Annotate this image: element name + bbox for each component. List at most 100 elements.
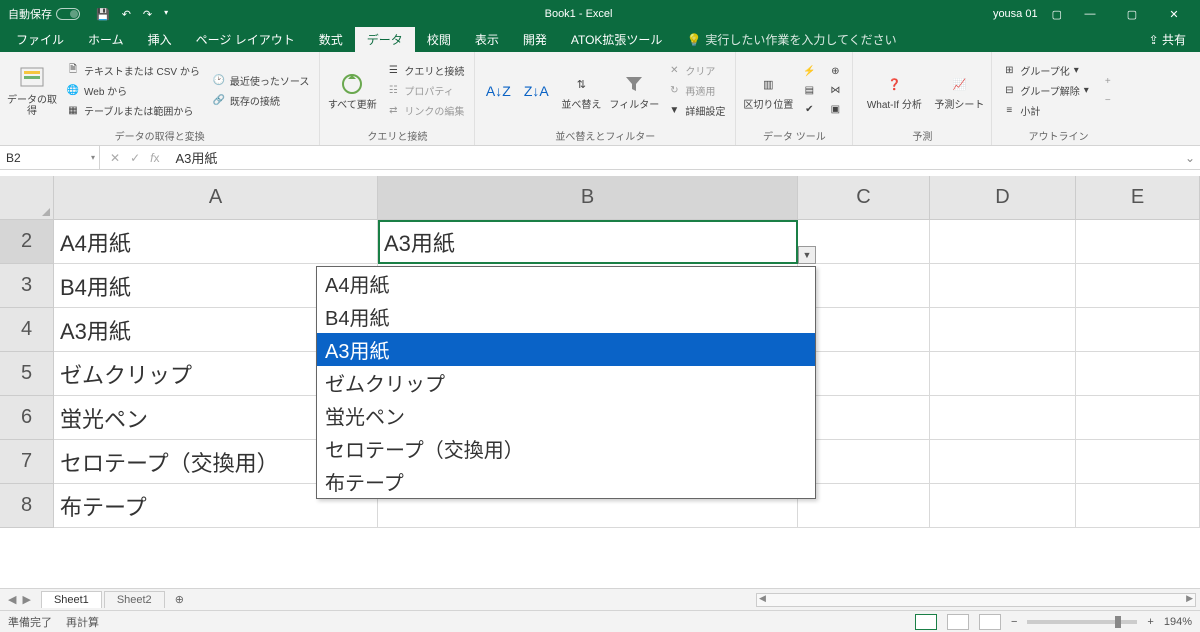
tab-atok[interactable]: ATOK拡張ツール: [559, 27, 675, 52]
row-header-4[interactable]: 4: [0, 308, 54, 352]
tab-page-layout[interactable]: ページ レイアウト: [184, 27, 307, 52]
horizontal-scrollbar[interactable]: [756, 593, 1196, 607]
forecast-button[interactable]: 📈予測シート: [933, 56, 985, 126]
minus-icon: −: [1101, 93, 1115, 107]
maximize-button[interactable]: ▢: [1118, 8, 1146, 21]
data-validation[interactable]: ✔: [798, 101, 820, 119]
view-page-layout-button[interactable]: [947, 614, 969, 630]
cell-A2[interactable]: A4用紙: [54, 220, 378, 264]
validation-option[interactable]: ゼムクリップ: [317, 366, 815, 399]
sheet-next-icon[interactable]: ▶: [22, 593, 30, 606]
advanced-filter[interactable]: ▼詳細設定: [663, 101, 729, 120]
sort-az-button[interactable]: A↓Z: [481, 56, 515, 126]
validation-option[interactable]: A3用紙: [317, 333, 815, 366]
col-header-B[interactable]: B: [378, 176, 798, 220]
view-page-break-button[interactable]: [979, 614, 1001, 630]
validation-option[interactable]: A4用紙: [317, 267, 815, 300]
sort-za-button[interactable]: Z↓A: [519, 56, 553, 126]
sheet-tab-other[interactable]: Sheet2: [104, 591, 165, 608]
validation-option[interactable]: B4用紙: [317, 300, 815, 333]
col-header-E[interactable]: E: [1076, 176, 1200, 220]
data-model[interactable]: ▣: [824, 101, 846, 119]
cancel-icon[interactable]: ✕: [110, 151, 120, 165]
from-text-csv[interactable]: 🗎テキストまたは CSV から: [62, 61, 204, 80]
view-normal-button[interactable]: [915, 614, 937, 630]
save-icon[interactable]: 💾: [96, 8, 110, 21]
data-validation-list[interactable]: A4用紙B4用紙A3用紙ゼムクリップ蛍光ペンセロテープ（交換用）布テープ: [316, 266, 816, 499]
from-web[interactable]: 🌐Web から: [62, 81, 204, 100]
cell-C2[interactable]: [798, 220, 930, 264]
ribbon-display-icon[interactable]: ▢: [1052, 8, 1062, 21]
row-header-5[interactable]: 5: [0, 352, 54, 396]
queries-connections[interactable]: ☰クエリと接続: [382, 61, 468, 80]
redo-icon[interactable]: ↷: [143, 8, 152, 21]
validation-option[interactable]: 布テープ: [317, 465, 815, 498]
refresh-all-button[interactable]: すべて更新: [326, 56, 378, 126]
enter-icon[interactable]: ✓: [130, 151, 140, 165]
row-header-6[interactable]: 6: [0, 396, 54, 440]
tab-formula[interactable]: 数式: [307, 27, 355, 52]
tab-file[interactable]: ファイル: [4, 27, 76, 52]
zoom-out-button[interactable]: −: [1011, 616, 1017, 628]
row-header-7[interactable]: 7: [0, 440, 54, 484]
col-header-D[interactable]: D: [930, 176, 1076, 220]
autosave-toggle[interactable]: 自動保存: [0, 6, 88, 22]
zoom-slider[interactable]: [1027, 620, 1137, 624]
tab-view[interactable]: 表示: [463, 27, 511, 52]
consolidate[interactable]: ⊕: [824, 63, 846, 81]
cell-B2[interactable]: A3用紙: [378, 220, 798, 264]
select-all-button[interactable]: [0, 176, 54, 220]
row-header-8[interactable]: 8: [0, 484, 54, 528]
sheet-prev-icon[interactable]: ◀: [8, 593, 16, 606]
tab-data[interactable]: データ: [355, 27, 415, 52]
tab-insert[interactable]: 挿入: [136, 27, 184, 52]
minimize-button[interactable]: —: [1076, 8, 1104, 20]
data-validation-dropdown-button[interactable]: ▼: [798, 246, 816, 264]
remove-duplicates[interactable]: ▤: [798, 82, 820, 100]
text-to-columns[interactable]: ▥区切り位置: [742, 56, 794, 126]
tab-developer[interactable]: 開発: [511, 27, 559, 52]
validation-option[interactable]: セロテープ（交換用）: [317, 432, 815, 465]
validation-option[interactable]: 蛍光ペン: [317, 399, 815, 432]
new-sheet-button[interactable]: ⊕: [165, 593, 194, 606]
clear-filter: ✕クリア: [663, 61, 729, 80]
existing-connections[interactable]: 🔗既存の接続: [208, 91, 314, 110]
recent-sources[interactable]: 🕑最近使ったソース: [208, 71, 314, 90]
cell-E2[interactable]: [1076, 220, 1200, 264]
tab-review[interactable]: 校閲: [415, 27, 463, 52]
sort-button[interactable]: ⇅並べ替え: [557, 56, 605, 126]
expand-formula-bar-icon[interactable]: ⌄: [1180, 151, 1200, 165]
sheet-tabs: ◀▶ Sheet1 Sheet2 ⊕: [0, 588, 1200, 610]
share-button[interactable]: ⇪ 共有: [1139, 27, 1196, 52]
cell-D2[interactable]: [930, 220, 1076, 264]
zoom-level[interactable]: 194%: [1164, 616, 1192, 628]
name-box[interactable]: B2: [0, 146, 100, 169]
what-if-button[interactable]: ❓What-If 分析: [859, 56, 929, 126]
get-data-button[interactable]: データの取得: [6, 56, 58, 126]
subtotal-button[interactable]: ≡小計: [998, 101, 1092, 120]
col-header-C[interactable]: C: [798, 176, 930, 220]
text-csv-icon: 🗎: [66, 64, 80, 78]
relationships[interactable]: ⋈: [824, 82, 846, 100]
flash-fill[interactable]: ⚡: [798, 63, 820, 81]
fx-icon[interactable]: fx: [150, 151, 159, 165]
col-header-A[interactable]: A: [54, 176, 378, 220]
row-header-2[interactable]: 2: [0, 220, 54, 264]
from-table-range[interactable]: ▦テーブルまたは範囲から: [62, 101, 204, 120]
undo-icon[interactable]: ↶: [122, 8, 131, 21]
qat-more-icon[interactable]: ▾: [164, 8, 168, 21]
row-header-3[interactable]: 3: [0, 264, 54, 308]
filter-button[interactable]: フィルター: [609, 56, 659, 126]
user-name[interactable]: yousa 01: [993, 8, 1038, 20]
close-button[interactable]: ✕: [1160, 8, 1188, 21]
tell-me[interactable]: 💡 実行したい作業を入力してください: [674, 27, 908, 52]
zoom-in-button[interactable]: +: [1147, 616, 1153, 628]
group-button[interactable]: ⊞グループ化 ▾: [998, 61, 1092, 80]
group-icon: ⊞: [1002, 64, 1016, 78]
group-forecast: ❓What-If 分析 📈予測シート 予測: [853, 52, 992, 145]
ungroup-button[interactable]: ⊟グループ解除 ▾: [998, 81, 1092, 100]
formula-content[interactable]: A3用紙: [169, 148, 1180, 167]
sheet-tab-active[interactable]: Sheet1: [41, 591, 102, 608]
sheet-nav[interactable]: ◀▶: [0, 593, 39, 606]
tab-home[interactable]: ホーム: [76, 27, 136, 52]
